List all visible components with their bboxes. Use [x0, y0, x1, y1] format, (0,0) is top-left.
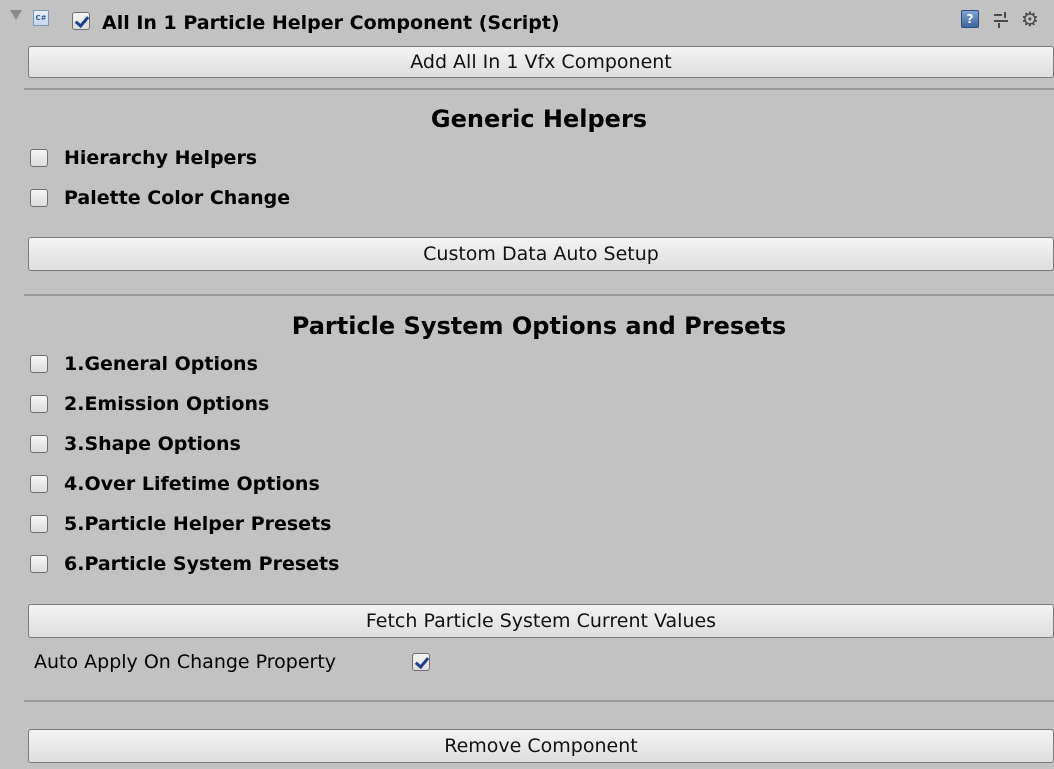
over-lifetime-options-label: 4.Over Lifetime Options — [64, 473, 320, 495]
particle-options-heading: Particle System Options and Presets — [291, 312, 787, 340]
hierarchy-helpers-label: Hierarchy Helpers — [64, 147, 258, 169]
section-divider — [24, 294, 1054, 296]
particle-system-presets-label: 6.Particle System Presets — [64, 553, 340, 575]
generic-helpers-heading: Generic Helpers — [430, 105, 648, 133]
custom-data-auto-setup-button[interactable]: Custom Data Auto Setup — [28, 237, 1054, 271]
component-title: All In 1 Particle Helper Component (Scri… — [102, 12, 560, 34]
auto-apply-checkbox[interactable] — [412, 653, 430, 671]
section-divider — [24, 700, 1054, 702]
auto-apply-label: Auto Apply On Change Property — [34, 651, 337, 673]
remove-component-button[interactable]: Remove Component — [28, 729, 1054, 763]
csharp-script-icon: C# — [33, 10, 49, 26]
general-options-checkbox[interactable] — [30, 355, 48, 373]
hierarchy-helpers-checkbox[interactable] — [30, 149, 48, 167]
help-icon[interactable]: ? — [961, 10, 979, 28]
shape-options-checkbox[interactable] — [30, 435, 48, 453]
emission-options-label: 2.Emission Options — [64, 393, 270, 415]
fetch-current-values-button[interactable]: Fetch Particle System Current Values — [28, 604, 1054, 638]
emission-options-checkbox[interactable] — [30, 395, 48, 413]
shape-options-label: 3.Shape Options — [64, 433, 241, 455]
gear-icon[interactable]: ⚙ — [1021, 6, 1039, 32]
general-options-label: 1.General Options — [64, 353, 258, 375]
palette-color-change-label: Palette Color Change — [64, 187, 291, 209]
section-divider — [24, 88, 1054, 90]
over-lifetime-options-checkbox[interactable] — [30, 475, 48, 493]
component-enabled-checkbox[interactable] — [72, 12, 90, 30]
particle-system-presets-checkbox[interactable] — [30, 555, 48, 573]
foldout-triangle-icon[interactable] — [10, 10, 22, 20]
presets-icon[interactable] — [994, 12, 1008, 28]
particle-helper-presets-checkbox[interactable] — [30, 515, 48, 533]
add-vfx-component-button[interactable]: Add All In 1 Vfx Component — [28, 46, 1054, 78]
palette-color-change-checkbox[interactable] — [30, 189, 48, 207]
particle-helper-presets-label: 5.Particle Helper Presets — [64, 513, 332, 535]
